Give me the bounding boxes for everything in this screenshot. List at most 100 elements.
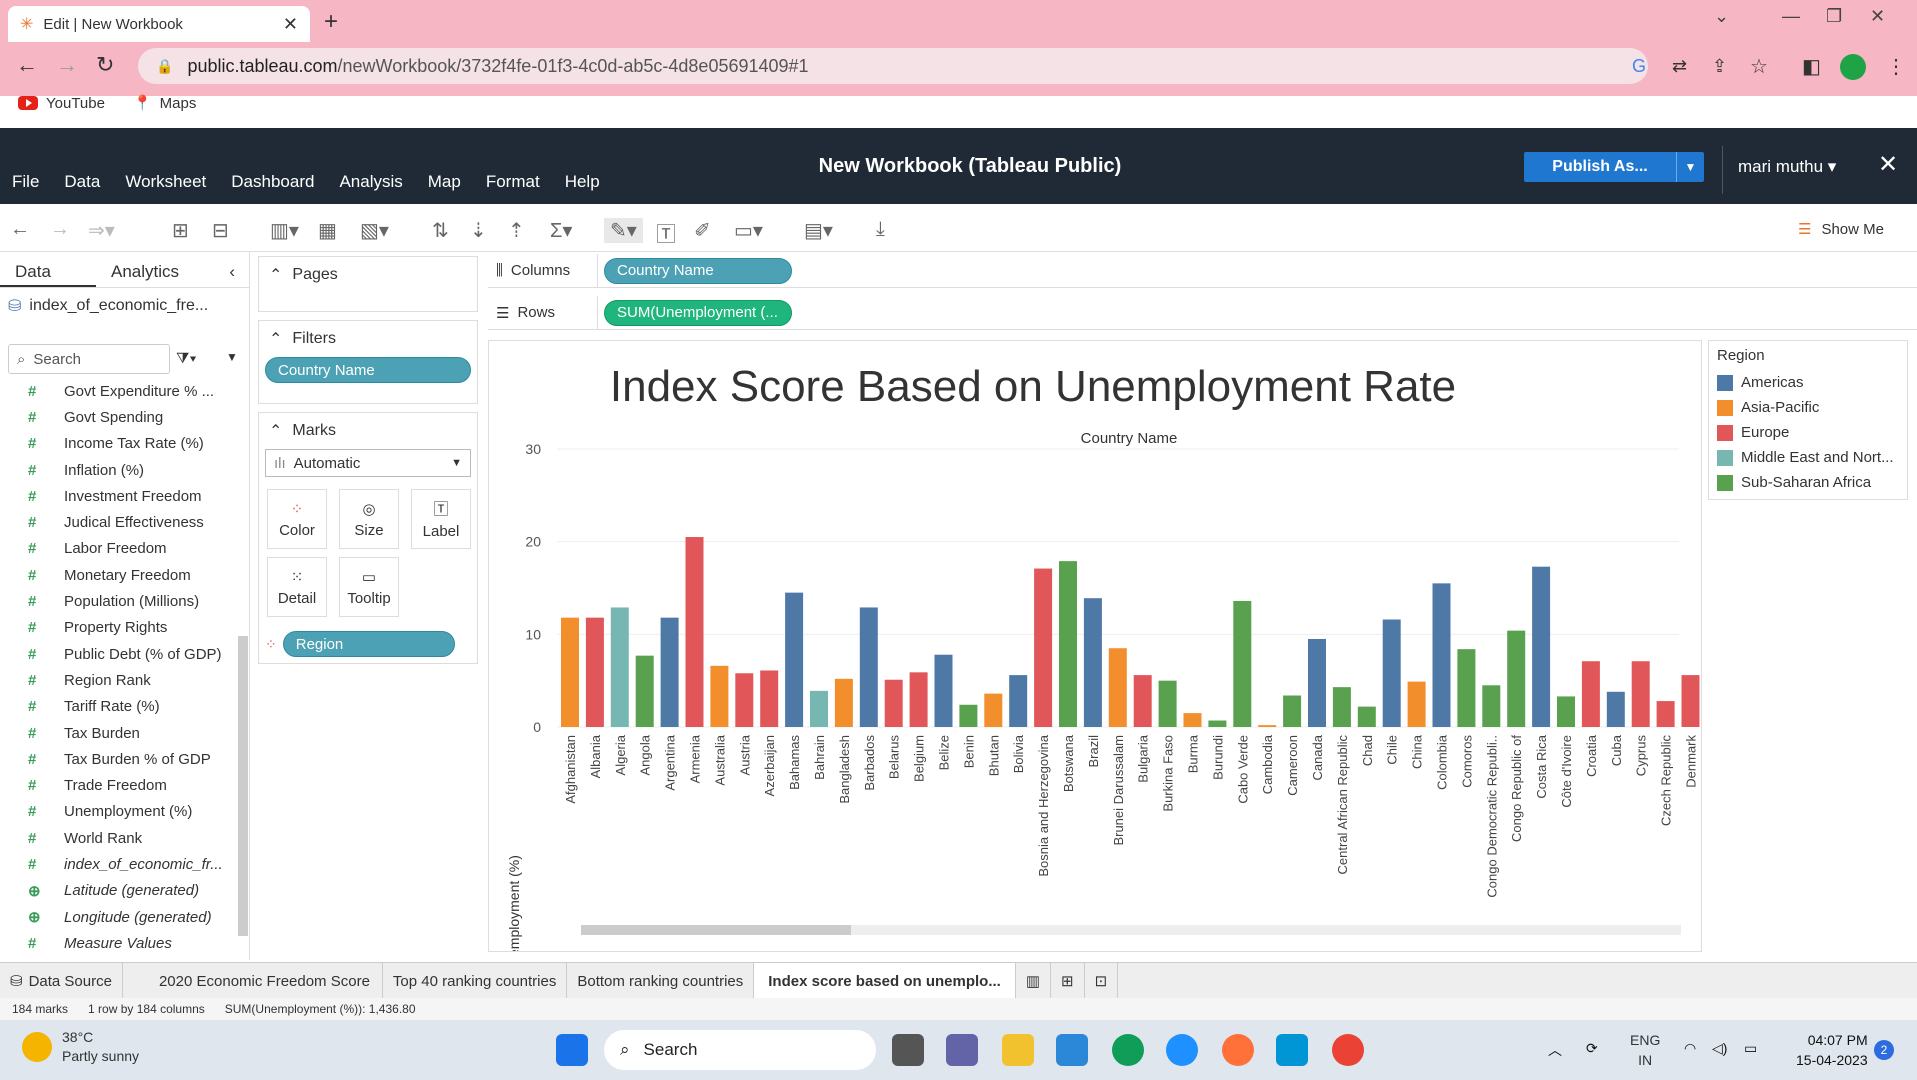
bar[interactable] <box>1432 583 1451 727</box>
field-item[interactable]: # Property Rights <box>0 615 240 641</box>
bar[interactable] <box>735 673 754 727</box>
collapse-icon[interactable]: ⌃ <box>269 329 282 349</box>
duplicate-sheet-icon[interactable]: ▦ <box>318 218 337 243</box>
store-icon[interactable] <box>1056 1034 1088 1066</box>
window-close-icon[interactable]: ✕ <box>1870 6 1885 27</box>
new-story-tab-icon[interactable]: ⊡ <box>1085 963 1119 999</box>
sync-icon[interactable]: ⟳ <box>1586 1040 1598 1057</box>
file-explorer-icon[interactable] <box>1002 1034 1034 1066</box>
bar[interactable] <box>710 665 729 727</box>
edge-icon[interactable] <box>1112 1034 1144 1066</box>
volume-icon[interactable]: ◁) <box>1712 1040 1727 1057</box>
field-menu-icon[interactable]: ▼ <box>226 350 238 364</box>
tab-sheet-4[interactable]: Index score based on unemplo... <box>754 963 1016 999</box>
bar[interactable] <box>610 607 629 727</box>
publish-as-button[interactable]: Publish As... ▼ <box>1524 152 1704 182</box>
redo-icon[interactable]: → <box>50 218 70 241</box>
tab-search-chevron-icon[interactable]: ⌄ <box>1714 6 1729 27</box>
field-item[interactable]: # Measure Values <box>0 930 240 956</box>
field-item[interactable]: # Monetary Freedom <box>0 562 240 588</box>
bar[interactable] <box>884 679 903 727</box>
presentation-icon[interactable]: ▤▾ <box>804 218 833 243</box>
bar[interactable] <box>1382 619 1401 727</box>
bar[interactable] <box>1606 691 1625 727</box>
clear-sheet-icon[interactable]: ▧▾ <box>360 218 389 243</box>
bar[interactable] <box>585 617 604 727</box>
chrome-icon[interactable] <box>1332 1034 1364 1066</box>
new-worksheet-tab-icon[interactable]: ▥ <box>1016 963 1052 999</box>
bar[interactable] <box>1681 675 1700 727</box>
legend-item[interactable]: Americas <box>1709 370 1907 395</box>
teams-icon[interactable] <box>946 1034 978 1066</box>
bar[interactable] <box>1557 696 1575 727</box>
bar[interactable] <box>1108 648 1127 727</box>
highlight-icon[interactable]: ✎▾ <box>604 218 643 243</box>
side-panel-icon[interactable]: ◧ <box>1802 54 1821 79</box>
bar[interactable] <box>1183 713 1202 727</box>
bar[interactable] <box>1357 706 1376 727</box>
bar[interactable] <box>834 678 853 727</box>
bar[interactable] <box>561 617 579 727</box>
user-menu[interactable]: mari muthu ▾ <box>1738 157 1836 177</box>
bar[interactable] <box>1308 638 1326 727</box>
bar[interactable] <box>685 537 704 727</box>
bar[interactable] <box>1332 687 1351 727</box>
firefox-icon[interactable] <box>1222 1034 1254 1066</box>
field-item[interactable]: # Trade Freedom <box>0 772 240 798</box>
field-item[interactable]: # Tax Burden <box>0 720 240 746</box>
bar[interactable] <box>1283 695 1302 727</box>
rows-pill[interactable]: SUM(Unemployment (... <box>604 299 792 326</box>
download-icon[interactable]: ⤓ <box>876 218 885 241</box>
minimize-icon[interactable]: — <box>1782 6 1800 27</box>
bar[interactable] <box>1532 566 1551 727</box>
field-item[interactable]: # Investment Freedom <box>0 483 240 509</box>
bar[interactable] <box>1083 598 1102 727</box>
taskbar-search[interactable]: ⌕ Search <box>604 1030 876 1070</box>
undo-icon[interactable]: ← <box>10 218 30 241</box>
url-field[interactable]: 🔒 public.tableau.com/newWorkbook/3732f4f… <box>138 48 1648 84</box>
tab-sheet-2[interactable]: Top 40 ranking countries <box>383 963 568 999</box>
fit-icon[interactable]: ▭▾ <box>734 218 763 243</box>
clock[interactable]: 04:07 PM 15-04-2023 <box>1796 1030 1868 1070</box>
columns-pill[interactable]: Country Name <box>604 257 792 284</box>
bar[interactable] <box>909 672 928 727</box>
bar[interactable] <box>859 607 878 727</box>
new-worksheet-icon[interactable]: ▥▾ <box>270 218 299 243</box>
bar[interactable] <box>1009 675 1028 727</box>
tooltip-button[interactable]: ▭ Tooltip <box>339 557 399 617</box>
field-item[interactable]: # Govt Expenditure % ... <box>0 378 240 404</box>
bar[interactable] <box>1507 630 1526 727</box>
collapse-icon[interactable]: ⌃ <box>269 421 282 441</box>
restore-icon[interactable]: ❐ <box>1826 6 1842 27</box>
field-item[interactable]: # Judical Effectiveness <box>0 509 240 535</box>
field-item[interactable]: # Govt Spending <box>0 404 240 430</box>
translate-icon[interactable]: ⇄ <box>1672 56 1687 77</box>
field-item[interactable]: # Tariff Rate (%) <box>0 694 240 720</box>
bar[interactable] <box>984 693 1003 727</box>
bar[interactable] <box>810 690 828 727</box>
new-tab-icon[interactable]: + <box>324 8 338 36</box>
field-item[interactable]: # Population (Millions) <box>0 588 240 614</box>
bar[interactable] <box>760 670 779 727</box>
legend-item[interactable]: Asia-Pacific <box>1709 395 1907 420</box>
bar[interactable] <box>934 654 953 727</box>
reload-icon[interactable]: ↻ <box>96 52 114 78</box>
show-me-button[interactable]: ☰ Show Me <box>1798 220 1884 239</box>
bar[interactable] <box>1133 675 1152 727</box>
profile-avatar[interactable] <box>1840 54 1866 80</box>
field-search-input[interactable]: ⌕ Search <box>8 344 170 374</box>
task-view-icon[interactable] <box>892 1034 924 1066</box>
help-icon[interactable] <box>1166 1034 1198 1066</box>
field-item[interactable]: # Public Debt (% of GDP) <box>0 641 240 667</box>
field-item[interactable]: # index_of_economic_fr... <box>0 851 240 877</box>
bar[interactable] <box>1457 649 1476 727</box>
star-icon[interactable]: ☆ <box>1750 54 1768 79</box>
tray-chevron-icon[interactable]: ︿ <box>1548 1040 1562 1060</box>
mark-type-select[interactable]: ılı Automatic ▼ <box>265 449 471 477</box>
bar[interactable] <box>1059 561 1077 727</box>
bookmark-maps[interactable]: 📍 Maps <box>133 94 196 113</box>
bar[interactable] <box>1656 701 1675 727</box>
field-item[interactable]: ⊕ Longitude (generated) <box>0 904 240 930</box>
bar[interactable] <box>1208 720 1227 727</box>
forward-icon[interactable]: → <box>56 52 78 78</box>
